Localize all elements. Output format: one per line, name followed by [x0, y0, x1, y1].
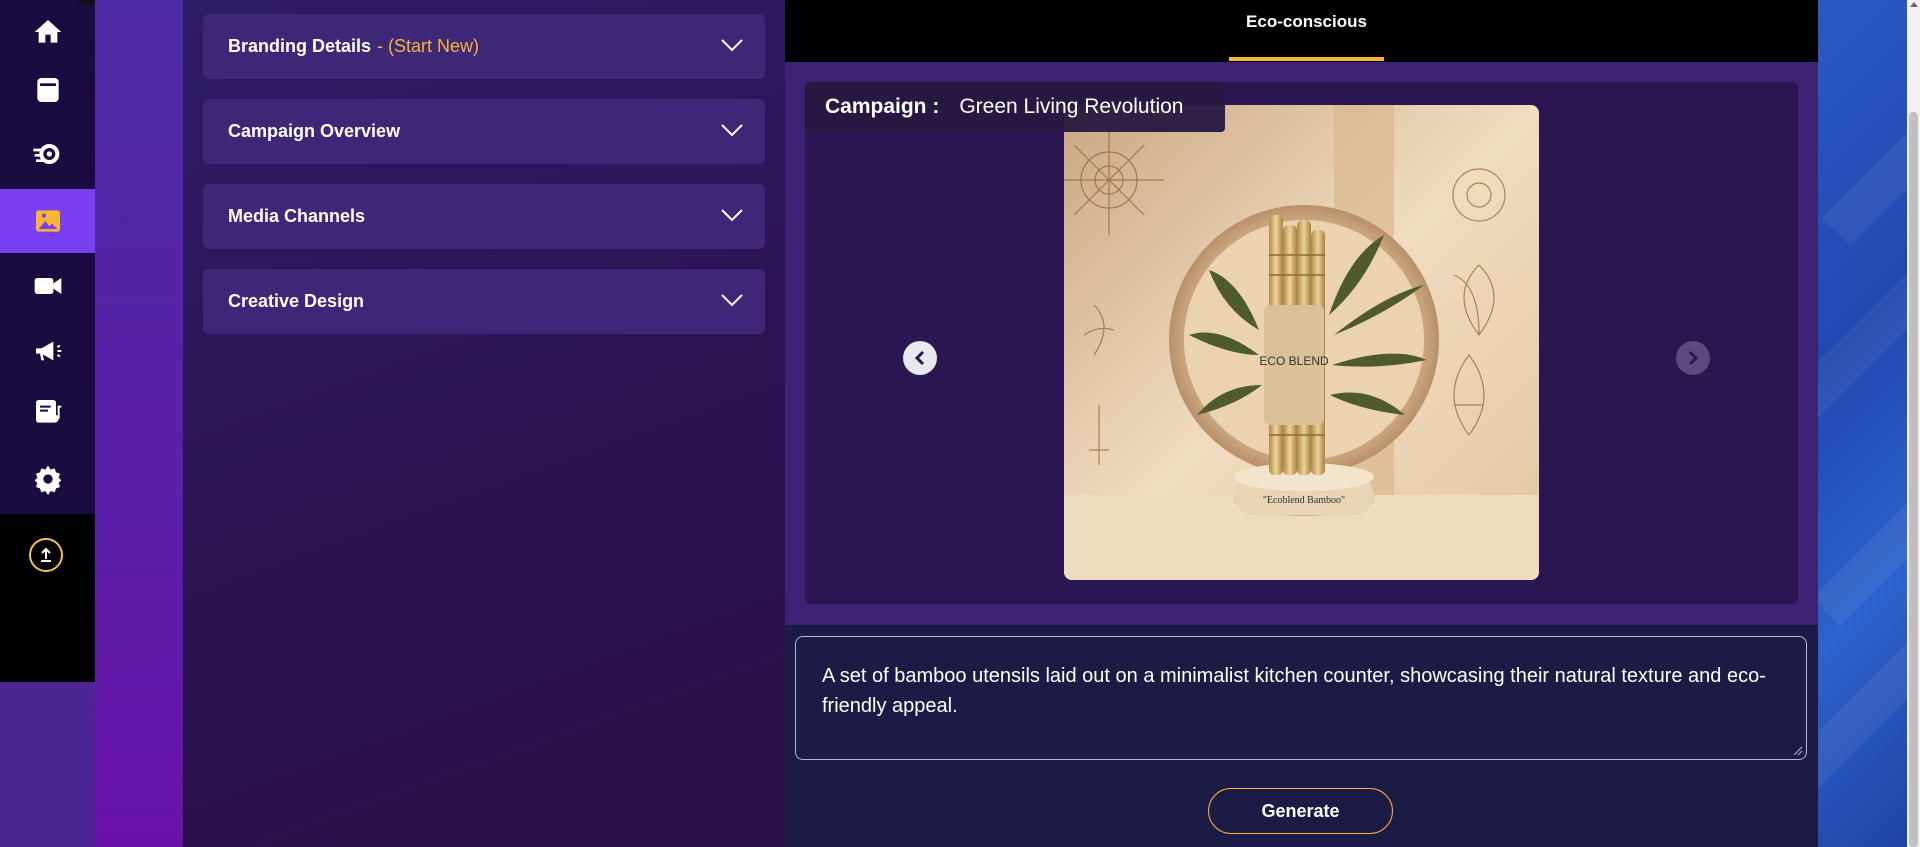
accordion-label: Media Channels: [228, 206, 366, 226]
sidebar-item-video[interactable]: [0, 254, 95, 318]
sidebar-item-content[interactable]: [0, 380, 95, 444]
prompt-textarea[interactable]: A set of bamboo utensils laid out on a m…: [795, 636, 1807, 760]
accordion-branding-details[interactable]: Branding Details - (Start New): [203, 14, 765, 79]
accordion-label: Branding Details: [228, 36, 372, 56]
sidebar-item-home[interactable]: [0, 0, 95, 64]
campaign-name: Green Living Revolution: [959, 95, 1184, 118]
background-strip: [95, 0, 183, 847]
start-new-link[interactable]: - (Start New): [377, 36, 479, 57]
chevron-down-icon: [721, 294, 743, 307]
generated-image: "Ecoblend Bamboo" ECO BLEND: [1064, 105, 1539, 580]
content-music-icon: [35, 400, 61, 423]
sidebar-item-documents[interactable]: [0, 58, 95, 122]
campaign-label: Campaign : Green Living Revolution: [805, 82, 1225, 132]
chevron-right-icon: [1688, 350, 1699, 366]
accordion-campaign-overview[interactable]: Campaign Overview: [203, 99, 765, 164]
next-image-button[interactable]: [1676, 341, 1710, 375]
tab-eco-conscious[interactable]: Eco-conscious: [1229, 0, 1384, 62]
accordion-media-channels[interactable]: Media Channels: [203, 184, 765, 249]
accordion-label: Creative Design: [228, 291, 365, 311]
gear-arrows-icon: [32, 144, 59, 164]
previous-image-button[interactable]: [903, 341, 937, 375]
image-base-text: "Ecoblend Bamboo": [1263, 495, 1345, 506]
image-icon: [35, 210, 60, 232]
settings-icon: [34, 465, 61, 495]
sidebar: [0, 0, 104, 847]
upload-button[interactable]: [29, 538, 63, 572]
sidebar-item-settings[interactable]: [0, 447, 95, 511]
chevron-left-icon: [914, 350, 925, 366]
video-icon: [34, 278, 61, 294]
product-illustration: "Ecoblend Bamboo" ECO BLEND: [1064, 105, 1539, 580]
background-decoration: [1818, 0, 1907, 847]
prompt-text: A set of bamboo utensils laid out on a m…: [822, 665, 1766, 717]
sidebar-item-campaigns[interactable]: [0, 319, 95, 383]
active-tab-indicator: [1229, 57, 1384, 61]
sidebar-item-images[interactable]: [0, 189, 95, 253]
resize-handle-icon[interactable]: [1793, 746, 1803, 756]
accordion-creative-design[interactable]: Creative Design: [203, 269, 765, 334]
chevron-down-icon: [721, 39, 743, 52]
document-icon: [36, 78, 59, 102]
main-content: Eco-conscious Campaign : Green Living Re…: [785, 0, 1818, 847]
campaign-label-key: Campaign :: [825, 95, 940, 118]
scrollbar[interactable]: [1907, 0, 1920, 847]
settings-panel: Branding Details - (Start New) Campaign …: [183, 0, 785, 847]
upload-icon: [41, 547, 51, 562]
scrollbar-thumb[interactable]: [1909, 112, 1918, 847]
scroll-up-arrow-icon[interactable]: [1910, 2, 1918, 7]
generate-button[interactable]: Generate: [1208, 788, 1393, 834]
chevron-down-icon: [721, 124, 743, 137]
accordion-label: Campaign Overview: [228, 121, 401, 141]
megaphone-icon: [35, 341, 61, 361]
image-brand-text: ECO BLEND: [1259, 354, 1329, 368]
chevron-down-icon: [721, 209, 743, 222]
bamboo-stalks: ECO BLEND: [1259, 215, 1329, 475]
sidebar-item-automation[interactable]: [0, 122, 95, 186]
tab-bar: Eco-conscious: [785, 0, 1818, 62]
home-icon: [34, 20, 61, 43]
